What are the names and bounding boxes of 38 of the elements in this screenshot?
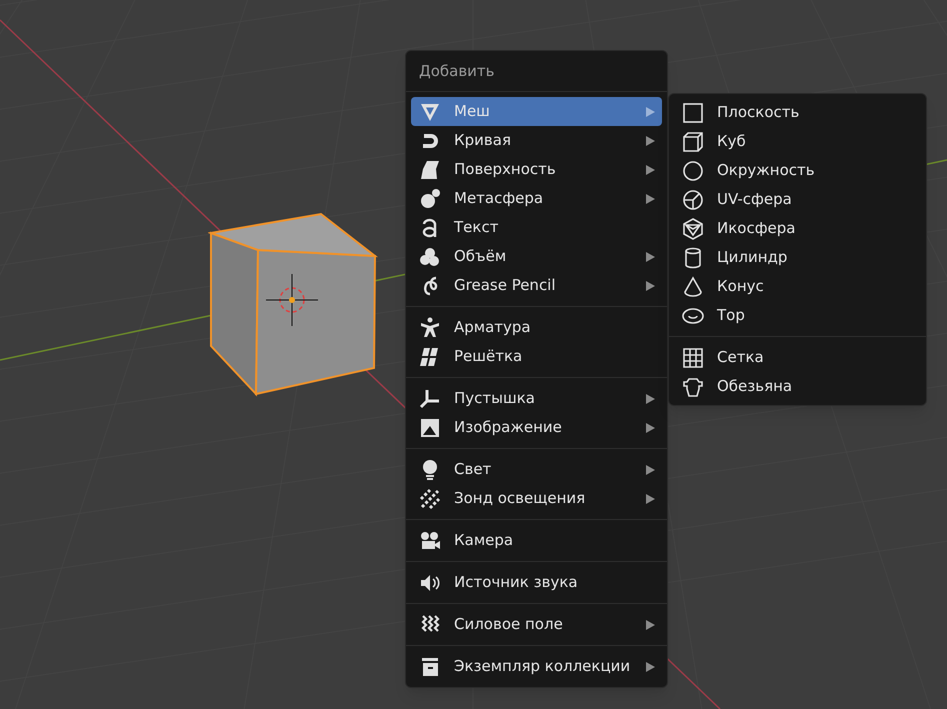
menu-item[interactable]: Grease Pencil [411,271,662,300]
menu-item[interactable]: Тор [674,301,921,330]
menu-item[interactable]: Поверхность [411,155,662,184]
metaball-icon [418,186,442,210]
square-icon [681,100,705,124]
menu-item[interactable]: Икосфера [674,214,921,243]
sphere-icon [681,188,705,212]
menu-item[interactable]: Силовое поле [411,610,662,639]
menu-item[interactable]: Окружность [674,156,921,185]
menu-item[interactable]: Метасфера [411,184,662,213]
menu-item[interactable]: Источник звука [411,568,662,597]
menu-item[interactable]: Конус [674,272,921,301]
stripes-icon [418,486,442,510]
menu-item[interactable]: Кривая [411,126,662,155]
menu-item[interactable]: Цилиндр [674,243,921,272]
menu-item[interactable]: Куб [674,127,921,156]
cone-icon [681,274,705,298]
menu-item[interactable]: Камера [411,526,662,555]
grid-icon [681,346,705,370]
menu-title: Добавить [406,51,667,92]
menu-item[interactable]: Пустышка [411,384,662,413]
figure-icon [418,316,442,340]
menu-item[interactable]: Зонд освещения [411,484,662,513]
menu-item[interactable]: UV-сфера [674,185,921,214]
menu-item[interactable]: Обезьяна [674,372,921,401]
menu-item[interactable]: Решётка [411,342,662,371]
menu-item[interactable]: Текст [411,213,662,242]
menu-item[interactable]: Экземпляр коллекции [411,652,662,681]
menu-item[interactable]: Плоскость [674,98,921,127]
menu-item[interactable]: Изображение [411,413,662,442]
menu-item[interactable]: Арматура [411,313,662,342]
icosphere-icon [681,216,705,240]
menu-item[interactable]: Сетка [674,343,921,372]
menu-item[interactable]: Объём [411,242,662,271]
menu-item[interactable]: Свет [411,455,662,484]
cube-icon [681,130,705,154]
circle-icon [681,158,705,182]
menu-item[interactable]: Меш [411,97,662,126]
